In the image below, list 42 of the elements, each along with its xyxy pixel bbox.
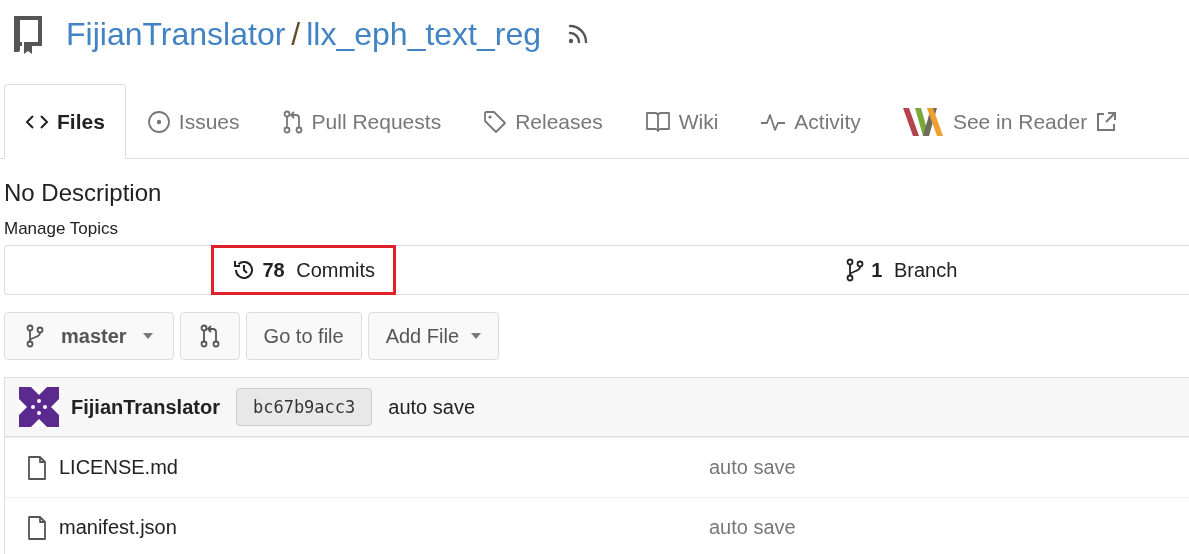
commit-sha-button[interactable]: bc67b9acc3 [235, 388, 373, 426]
file-link[interactable]: manifest.json [59, 516, 177, 539]
add-file-dropdown[interactable]: Add File [367, 312, 500, 360]
nav-tab[interactable]: Pull Requests [260, 84, 463, 159]
pull-request-icon [281, 110, 304, 134]
manage-topics-link[interactable]: Manage Topics [0, 207, 1189, 245]
book-icon [644, 111, 671, 133]
file-icon [27, 455, 47, 480]
tag-icon [483, 110, 508, 134]
pull-request-icon [198, 324, 221, 348]
repo-link[interactable]: llx_eph_text_reg [306, 15, 542, 53]
go-to-file-button[interactable]: Go to file [245, 312, 362, 360]
code-icon [25, 114, 49, 130]
commit-author[interactable]: FijianTranslator [71, 395, 220, 419]
external-link-icon [1095, 111, 1118, 133]
file-link[interactable]: LICENSE.md [59, 456, 178, 479]
file-commit-message[interactable]: auto save [709, 456, 796, 479]
dot-circle-icon [146, 110, 171, 134]
stat-link[interactable]: 1 Branch [824, 245, 979, 295]
file-icon [27, 515, 47, 540]
nav-tab[interactable]: Releases [462, 84, 624, 159]
owner-link[interactable]: FijianTranslator [66, 15, 286, 53]
nav-tab[interactable]: Files [4, 84, 126, 159]
nav-tab[interactable]: Wiki [623, 84, 740, 159]
compare-button[interactable] [179, 312, 240, 360]
branch-icon [25, 324, 45, 348]
pulse-icon [760, 112, 787, 132]
avatar-icon [19, 387, 59, 427]
branch-icon [845, 258, 866, 282]
rss-icon[interactable] [567, 23, 590, 45]
branch-dropdown[interactable]: master [4, 312, 174, 360]
nav-tab[interactable]: See in Reader [881, 84, 1139, 159]
commit-message: auto save [388, 395, 476, 419]
stat-link[interactable]: 78 Commits [211, 245, 397, 295]
repo-description: No Description [3, 178, 163, 207]
reader-logo-icon [902, 108, 945, 136]
nav-tab[interactable]: Issues [125, 84, 261, 159]
caret-icon [142, 333, 153, 339]
caret-icon [471, 333, 482, 339]
file-commit-message[interactable]: auto save [709, 516, 796, 539]
path-separator: / [291, 15, 301, 53]
nav-tab[interactable]: Activity [739, 84, 882, 159]
